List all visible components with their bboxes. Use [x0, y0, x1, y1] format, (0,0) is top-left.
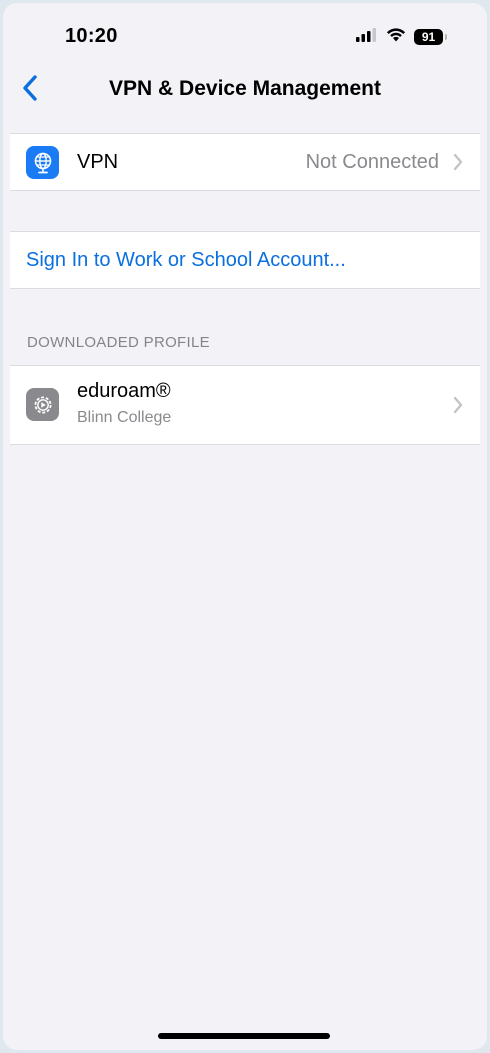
profile-row-eduroam[interactable]: eduroam® Blinn College — [10, 366, 480, 444]
vpn-label: VPN — [77, 150, 119, 173]
screen: 10:20 91 VPN & Device Management VPN Not… — [3, 3, 487, 1050]
page-title: VPN & Device Management — [109, 77, 381, 100]
profiles-group: eduroam® Blinn College — [10, 365, 480, 445]
chevron-right-icon — [452, 395, 464, 415]
gear-icon — [26, 388, 59, 421]
chevron-right-icon — [452, 152, 464, 172]
section-header-downloaded-profile: DOWNLOADED PROFILE — [27, 334, 210, 351]
vpn-status-value: Not Connected — [305, 150, 439, 173]
vpn-group: VPN Not Connected — [10, 133, 480, 191]
sign-in-account-label: Sign In to Work or School Account... — [26, 248, 346, 271]
profile-name: eduroam® — [77, 380, 171, 402]
status-icons: 91 — [356, 27, 447, 47]
account-group: Sign In to Work or School Account... — [10, 231, 480, 289]
profile-organization: Blinn College — [77, 409, 172, 426]
wifi-icon — [386, 27, 406, 47]
signal-icon — [356, 27, 378, 47]
battery-icon: 91 — [414, 29, 447, 45]
status-time: 10:20 — [65, 25, 118, 47]
status-bar: 10:20 91 — [3, 3, 487, 61]
sign-in-account-button[interactable]: Sign In to Work or School Account... — [10, 232, 480, 288]
globe-icon — [26, 146, 59, 179]
vpn-row[interactable]: VPN Not Connected — [10, 134, 480, 190]
navigation-bar: VPN & Device Management — [3, 65, 487, 115]
home-indicator[interactable] — [158, 1033, 330, 1039]
